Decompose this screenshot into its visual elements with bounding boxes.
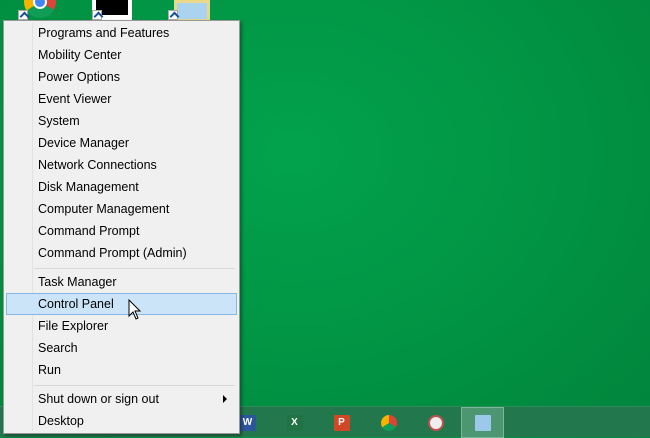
menu-separator [34, 385, 235, 386]
menu-item-computer-management[interactable]: Computer Management [6, 198, 237, 220]
shortcut-arrow-icon [92, 10, 102, 20]
chrome-desktop-icon[interactable] [18, 0, 58, 22]
menu-item-run[interactable]: Run [6, 359, 237, 381]
notepad-icon [474, 414, 491, 431]
menu-item-command-prompt[interactable]: Command Prompt [6, 220, 237, 242]
menu-item-label: Network Connections [38, 158, 157, 172]
menu-item-task-manager[interactable]: Task Manager [6, 271, 237, 293]
menu-item-network-connections[interactable]: Network Connections [6, 154, 237, 176]
taskbar-button-excel[interactable]: X [273, 407, 316, 438]
excel-icon: X [286, 414, 303, 431]
menu-item-label: Event Viewer [38, 92, 112, 106]
menu-item-label: System [38, 114, 80, 128]
submenu-arrow-icon [223, 395, 227, 403]
snipping-tool-icon [427, 414, 444, 431]
menu-item-label: Mobility Center [38, 48, 122, 62]
mouse-cursor-icon [128, 299, 142, 320]
menu-item-programs-and-features[interactable]: Programs and Features [6, 22, 237, 44]
taskbar-button-snipping-tool[interactable] [414, 407, 457, 438]
menu-item-label: Run [38, 363, 61, 377]
menu-item-label: Programs and Features [38, 26, 170, 40]
chrome-icon [380, 414, 397, 431]
shortcut-arrow-icon [168, 10, 178, 20]
menu-item-control-panel[interactable]: Control Panel [6, 293, 237, 315]
taskbar-button-chrome[interactable] [367, 407, 410, 438]
menu-item-disk-management[interactable]: Disk Management [6, 176, 237, 198]
menu-item-event-viewer[interactable]: Event Viewer [6, 88, 237, 110]
menu-item-label: File Explorer [38, 319, 109, 333]
powerpoint-icon: P [333, 414, 350, 431]
menu-item-label: Desktop [38, 414, 84, 428]
menu-item-command-prompt-admin[interactable]: Command Prompt (Admin) [6, 242, 237, 264]
menu-item-label: Command Prompt [38, 224, 140, 238]
notepad-desktop-icon[interactable] [168, 0, 212, 22]
desktop-app-icon[interactable] [92, 0, 132, 22]
power-user-menu: Programs and Features Mobility Center Powe… [3, 20, 240, 434]
menu-item-system[interactable]: System [6, 110, 237, 132]
menu-item-label: Computer Management [38, 202, 170, 216]
menu-item-search[interactable]: Search [6, 337, 237, 359]
menu-item-label: Command Prompt (Admin) [38, 246, 187, 260]
menu-item-desktop[interactable]: Desktop [6, 410, 237, 432]
menu-item-label: Shut down or sign out [38, 392, 159, 406]
menu-item-label: Control Panel [38, 297, 114, 311]
menu-item-device-manager[interactable]: Device Manager [6, 132, 237, 154]
menu-separator [34, 268, 235, 269]
menu-item-label: Power Options [38, 70, 120, 84]
shortcut-arrow-icon [18, 10, 28, 20]
menu-item-label: Task Manager [38, 275, 117, 289]
menu-item-label: Search [38, 341, 78, 355]
menu-item-shut-down-or-sign-out[interactable]: Shut down or sign out [6, 388, 237, 410]
menu-item-label: Disk Management [38, 180, 139, 194]
menu-item-file-explorer[interactable]: File Explorer [6, 315, 237, 337]
menu-item-power-options[interactable]: Power Options [6, 66, 237, 88]
word-icon: W [239, 414, 256, 431]
taskbar-button-powerpoint[interactable]: P [320, 407, 363, 438]
menu-item-mobility-center[interactable]: Mobility Center [6, 44, 237, 66]
menu-item-label: Device Manager [38, 136, 130, 150]
taskbar-button-notepad[interactable] [461, 407, 504, 438]
